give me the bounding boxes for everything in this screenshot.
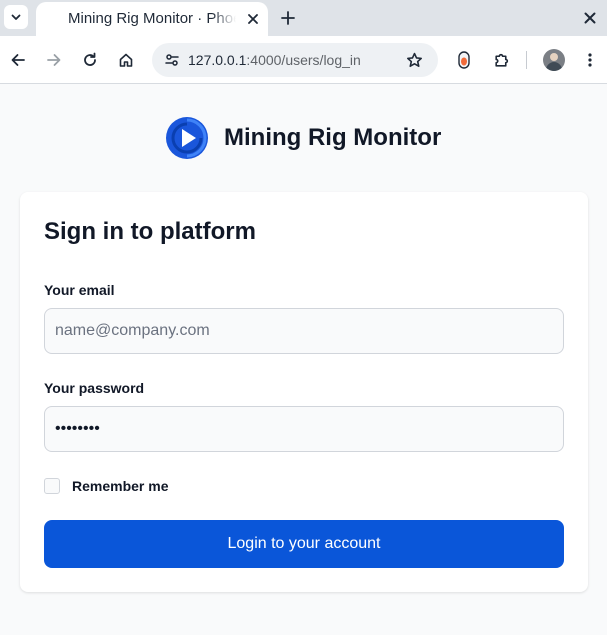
address-path: :4000/users/log_in xyxy=(246,52,361,68)
star-icon xyxy=(406,52,422,67)
window-close-button[interactable] xyxy=(578,6,602,30)
home-button[interactable] xyxy=(114,48,138,72)
chevron-down-icon xyxy=(11,14,21,20)
back-button[interactable] xyxy=(6,48,30,72)
site-info-button[interactable] xyxy=(160,48,184,72)
email-field[interactable] xyxy=(44,308,564,354)
page-title: Sign in to platform xyxy=(44,218,256,245)
bookmark-button[interactable] xyxy=(402,48,426,72)
login-button[interactable]: Login to your account xyxy=(44,520,564,568)
arrow-right-icon xyxy=(47,54,61,66)
login-card: Sign in to platform Your email Your pass… xyxy=(20,192,588,592)
plus-icon xyxy=(281,11,295,25)
remember-me-label[interactable]: Remember me xyxy=(72,478,169,494)
extensions-button[interactable] xyxy=(489,48,513,72)
address-host: 127.0.0.1 xyxy=(188,52,247,68)
kebab-menu-icon xyxy=(588,53,592,67)
email-label: Your email xyxy=(44,282,115,298)
address-bar[interactable]: 127.0.0.1:4000/users/log_in xyxy=(152,43,438,77)
brand-header[interactable]: Mining Rig Monitor xyxy=(165,116,441,160)
reload-button[interactable] xyxy=(78,48,102,72)
remember-me-checkbox[interactable] xyxy=(44,478,60,494)
close-icon xyxy=(248,14,258,24)
extension-button[interactable] xyxy=(452,48,476,72)
tab-title: Mining Rig Monitor · Phoenix Framework xyxy=(68,10,236,27)
brand-name: Mining Rig Monitor xyxy=(224,124,442,151)
puzzle-icon xyxy=(494,53,508,67)
browser-toolbar: 127.0.0.1:4000/users/log_in xyxy=(0,36,607,84)
address-url: 127.0.0.1:4000/users/log_in xyxy=(188,52,361,68)
avatar[interactable] xyxy=(543,49,565,71)
toolbar-divider xyxy=(526,51,527,69)
tab-close-button[interactable] xyxy=(244,10,262,28)
new-tab-button[interactable] xyxy=(276,6,300,30)
reload-icon xyxy=(84,52,96,66)
browser-tab-bar: Mining Rig Monitor · Phoenix Framework xyxy=(0,0,607,36)
forward-button[interactable] xyxy=(42,48,66,72)
flame-icon xyxy=(458,51,470,69)
password-field[interactable] xyxy=(44,406,564,452)
close-icon xyxy=(584,12,596,24)
play-logo-icon xyxy=(166,117,208,159)
home-icon xyxy=(119,53,133,67)
browser-menu-button[interactable] xyxy=(578,48,602,72)
tune-icon xyxy=(165,54,179,66)
tab-list-button[interactable] xyxy=(4,5,28,29)
password-label: Your password xyxy=(44,380,145,396)
arrow-left-icon xyxy=(11,54,25,66)
browser-tab[interactable]: Mining Rig Monitor · Phoenix Framework xyxy=(36,2,268,36)
